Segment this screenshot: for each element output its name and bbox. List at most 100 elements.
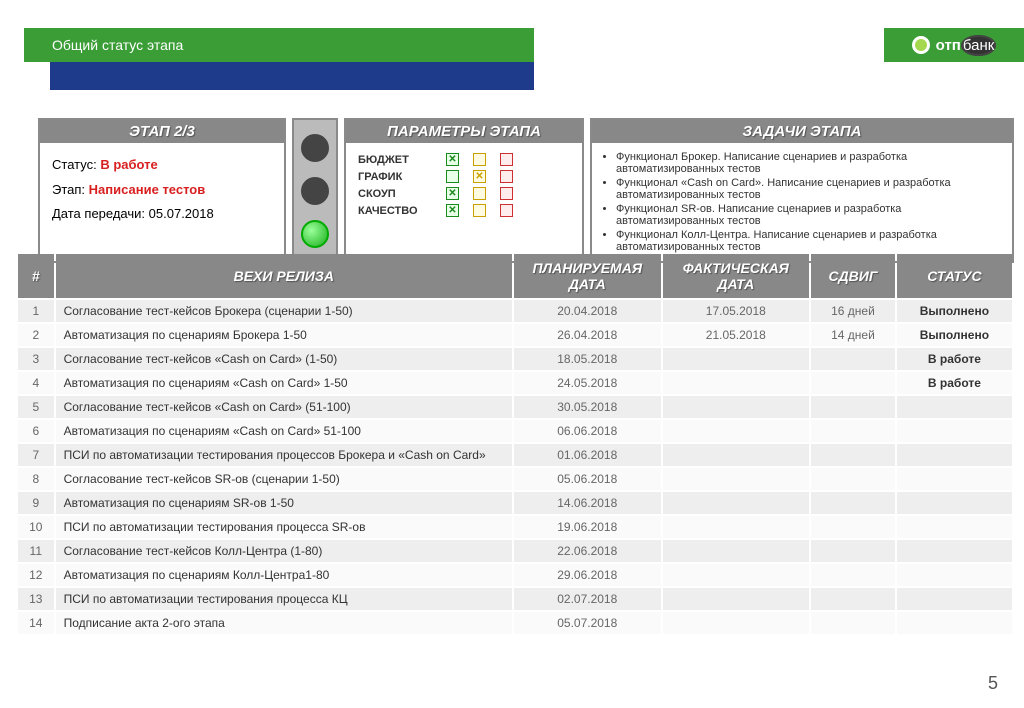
cell xyxy=(811,444,895,466)
param-row: КАЧЕСТВО ✕ xyxy=(358,202,570,219)
task-item: Функционал SR-ов. Написание сценариев и … xyxy=(616,203,1002,227)
cell: Выполнено xyxy=(897,300,1012,322)
cell: 05.06.2018 xyxy=(514,468,661,490)
table-row: 3Согласование тест-кейсов «Cash on Card»… xyxy=(18,348,1012,370)
param-g-box xyxy=(446,170,459,183)
param-y-box: ✕ xyxy=(473,170,486,183)
stage-handover-row: Дата передачи: 05.07.2018 xyxy=(52,202,272,227)
cell xyxy=(811,468,895,490)
param-g-box: ✕ xyxy=(446,187,459,200)
cell xyxy=(897,564,1012,586)
params-panel: ПАРАМЕТРЫ ЭТАПА БЮДЖЕТ✕ГРАФИК✕СКОУП✕КАЧЕ… xyxy=(344,118,584,263)
cell: 4 xyxy=(18,372,54,394)
table-row: 9Автоматизация по сценариям SR-ов 1-5014… xyxy=(18,492,1012,514)
task-item: Функционал Брокер. Написание сценариев и… xyxy=(616,151,1002,175)
cell: 6 xyxy=(18,420,54,442)
col-name: ВЕХИ РЕЛИЗА xyxy=(56,254,512,298)
param-label: СКОУП xyxy=(358,188,432,200)
cell xyxy=(811,348,895,370)
param-g-box: ✕ xyxy=(446,204,459,217)
cell: 22.06.2018 xyxy=(514,540,661,562)
tasks-body: Функционал Брокер. Написание сценариев и… xyxy=(592,143,1012,261)
cell: 21.05.2018 xyxy=(663,324,810,346)
cell: 24.05.2018 xyxy=(514,372,661,394)
param-g-box: ✕ xyxy=(446,153,459,166)
table-row: 13ПСИ по автоматизации тестирования проц… xyxy=(18,588,1012,610)
param-y-box xyxy=(473,204,486,217)
table-row: 7ПСИ по автоматизации тестирования проце… xyxy=(18,444,1012,466)
stage-status-label: Статус: xyxy=(52,157,97,172)
cell: 18.05.2018 xyxy=(514,348,661,370)
cell: 10 xyxy=(18,516,54,538)
traffic-yellow-icon xyxy=(301,177,329,205)
page-number: 5 xyxy=(988,673,998,694)
cell: 30.05.2018 xyxy=(514,396,661,418)
param-label: ГРАФИК xyxy=(358,171,432,183)
cell xyxy=(897,444,1012,466)
cell: 01.06.2018 xyxy=(514,444,661,466)
cell: 29.06.2018 xyxy=(514,564,661,586)
logo-text: отпбанк xyxy=(936,37,997,54)
cell: Выполнено xyxy=(897,324,1012,346)
cell: ПСИ по автоматизации тестирования процес… xyxy=(56,588,512,610)
cell: Согласование тест-кейсов «Cash on Card» … xyxy=(56,348,512,370)
cell xyxy=(663,396,810,418)
table-row: 4Автоматизация по сценариям «Cash on Car… xyxy=(18,372,1012,394)
col-shift: СДВИГ xyxy=(811,254,895,298)
task-item: Функционал Колл-Центра. Написание сценар… xyxy=(616,229,1002,253)
logo-brand: отп xyxy=(936,37,961,54)
cell: 14.06.2018 xyxy=(514,492,661,514)
cell xyxy=(897,540,1012,562)
table-row: 6Автоматизация по сценариям «Cash on Car… xyxy=(18,420,1012,442)
cell: 7 xyxy=(18,444,54,466)
cell: 19.06.2018 xyxy=(514,516,661,538)
cell xyxy=(663,612,810,634)
traffic-light xyxy=(292,118,338,263)
traffic-green-icon xyxy=(301,220,329,248)
cell: Согласование тест-кейсов Колл-Центра (1-… xyxy=(56,540,512,562)
cell: В работе xyxy=(897,348,1012,370)
cell: Автоматизация по сценариям «Cash on Card… xyxy=(56,420,512,442)
cell: 13 xyxy=(18,588,54,610)
cell: Подписание акта 2-ого этапа xyxy=(56,612,512,634)
col-number: # xyxy=(18,254,54,298)
cell: 17.05.2018 xyxy=(663,300,810,322)
param-row: ГРАФИК ✕ xyxy=(358,168,570,185)
stage-status-row: Статус: В работе xyxy=(52,153,272,178)
cell: 12 xyxy=(18,564,54,586)
cell: 11 xyxy=(18,540,54,562)
param-label: КАЧЕСТВО xyxy=(358,205,432,217)
cell xyxy=(663,588,810,610)
stage-status-value: В работе xyxy=(100,157,157,172)
col-fact: ФАКТИЧЕСКАЯ ДАТА xyxy=(663,254,810,298)
table-row: 8Согласование тест-кейсов SR-ов (сценари… xyxy=(18,468,1012,490)
cell xyxy=(897,492,1012,514)
cell: Согласование тест-кейсов Брокера (сценар… xyxy=(56,300,512,322)
table-row: 11Согласование тест-кейсов Колл-Центра (… xyxy=(18,540,1012,562)
param-r-box xyxy=(500,187,513,200)
param-row: БЮДЖЕТ✕ xyxy=(358,151,570,168)
cell xyxy=(663,372,810,394)
cell: ПСИ по автоматизации тестирования процес… xyxy=(56,516,512,538)
cell: Автоматизация по сценариям SR-ов 1-50 xyxy=(56,492,512,514)
cell xyxy=(663,492,810,514)
param-y-box xyxy=(473,153,486,166)
milestones-table: # ВЕХИ РЕЛИЗА ПЛАНИРУЕМАЯ ДАТА ФАКТИЧЕСК… xyxy=(16,252,1014,636)
cell xyxy=(663,420,810,442)
cell: 05.07.2018 xyxy=(514,612,661,634)
param-row: СКОУП ✕ xyxy=(358,185,570,202)
cell: 16 дней xyxy=(811,300,895,322)
cell xyxy=(663,348,810,370)
col-status: СТАТУС xyxy=(897,254,1012,298)
stage-handover-label: Дата передачи: xyxy=(52,206,145,221)
cell xyxy=(811,588,895,610)
stage-panel: ЭТАП 2/3 Статус: В работе Этап: Написани… xyxy=(38,118,286,263)
milestones-panel: # ВЕХИ РЕЛИЗА ПЛАНИРУЕМАЯ ДАТА ФАКТИЧЕСК… xyxy=(16,252,1014,636)
cell xyxy=(663,516,810,538)
params-head: ПАРАМЕТРЫ ЭТАПА xyxy=(346,120,582,143)
cell xyxy=(811,540,895,562)
cell: ПСИ по автоматизации тестирования процес… xyxy=(56,444,512,466)
cell xyxy=(663,444,810,466)
stage-handover-value: 05.07.2018 xyxy=(149,206,214,221)
tasks-head: ЗАДАЧИ ЭТАПА xyxy=(592,120,1012,143)
